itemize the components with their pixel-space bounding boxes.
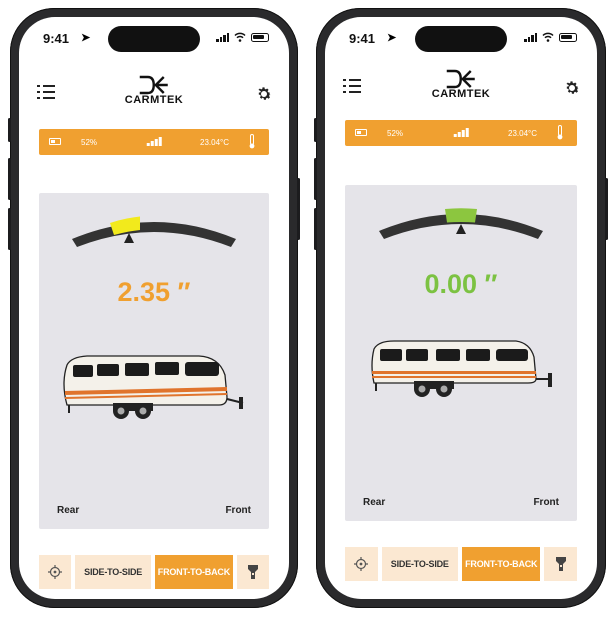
carmtek-logo-mark: [447, 69, 475, 89]
front-to-back-button[interactable]: FRONT-TO-BACK: [462, 547, 541, 581]
front-to-back-button[interactable]: FRONT-TO-BACK: [155, 555, 233, 589]
temperature-value: 23.04°C: [508, 129, 537, 138]
dynamic-island: [108, 26, 200, 52]
flashlight-icon[interactable]: [544, 547, 577, 581]
volume-down-button: [314, 208, 317, 250]
wifi-icon: [542, 32, 554, 42]
temperature-value: 23.04°C: [200, 138, 229, 147]
power-button: [297, 178, 300, 240]
trailer-image: [371, 340, 552, 397]
target-icon[interactable]: [345, 547, 378, 581]
signal-icon: [453, 127, 469, 137]
screen: 9:41 ➤ CARMTEK: [325, 17, 597, 599]
app-header: CARMTEK: [325, 69, 597, 113]
logo-text: CARMTEK: [431, 88, 491, 100]
dynamic-island: [415, 26, 507, 52]
level-reading: 2.35 ″: [117, 277, 191, 307]
rear-label: Rear: [363, 497, 386, 508]
battery-status-icon: [251, 32, 269, 42]
location-arrow-icon: ➤: [81, 32, 91, 44]
carmtek-logo: CARMTEK: [125, 75, 184, 106]
device-info-bar: 52% 23.04°C: [345, 120, 577, 146]
device-info-bar: 52% 23.04°C: [39, 129, 269, 155]
thermometer-icon: [557, 125, 563, 140]
volume-down-button: [8, 208, 11, 250]
status-bar: 9:41 ➤: [325, 17, 597, 57]
volume-up-button: [314, 158, 317, 200]
app-header: CARMTEK: [19, 75, 289, 119]
wifi-icon: [234, 32, 246, 42]
battery-percent: 52%: [387, 129, 404, 138]
battery-icon: [355, 129, 367, 136]
gauge-pointer: [124, 233, 134, 243]
flashlight-icon[interactable]: [236, 555, 269, 589]
battery-icon: [49, 138, 61, 145]
gauge-marker: [445, 208, 477, 223]
battery-percent: 52%: [81, 138, 98, 147]
mute-switch: [314, 118, 317, 142]
battery-status-icon: [559, 32, 577, 42]
phone-left: 9:41 ➤ CARMTEK 52% 23.04°C 2.35 ″ Rear F…: [8, 8, 300, 608]
target-icon[interactable]: [39, 555, 72, 589]
front-label: Front: [225, 505, 251, 516]
volume-up-button: [8, 158, 11, 200]
level-gauge: [379, 208, 543, 239]
status-bar: 9:41 ➤: [19, 17, 289, 57]
carmtek-logo: CARMTEK: [432, 69, 491, 100]
status-time: 9:41: [349, 31, 376, 46]
level-panel: 0.00 ″ Rear Front: [345, 185, 577, 521]
logo-text: CARMTEK: [124, 94, 184, 106]
bottom-nav: SIDE-TO-SIDE FRONT-TO-BACK: [345, 547, 577, 581]
thermometer-icon: [249, 134, 255, 149]
level-gauge: [72, 216, 236, 247]
side-to-side-button[interactable]: SIDE-TO-SIDE: [75, 555, 152, 589]
power-button: [605, 178, 608, 240]
cellular-signal-icon: [524, 32, 537, 42]
level-reading: 0.00 ″: [424, 269, 498, 299]
gauge-pointer: [456, 224, 466, 234]
status-time: 9:41: [43, 31, 70, 46]
location-arrow-icon: ➤: [387, 32, 397, 44]
cellular-signal-icon: [216, 32, 229, 42]
mute-switch: [8, 118, 11, 142]
screen: 9:41 ➤ CARMTEK: [19, 17, 289, 599]
signal-icon: [146, 136, 162, 146]
gear-icon[interactable]: [563, 79, 581, 97]
hamburger-list-icon[interactable]: [343, 79, 361, 93]
gear-icon[interactable]: [255, 85, 273, 103]
carmtek-logo-mark: [140, 75, 168, 95]
rear-label: Rear: [57, 505, 80, 516]
level-panel: 2.35 ″ Rear Front: [39, 193, 269, 529]
side-to-side-button[interactable]: SIDE-TO-SIDE: [381, 547, 459, 581]
front-label: Front: [533, 497, 559, 508]
bottom-nav: SIDE-TO-SIDE FRONT-TO-BACK: [39, 555, 269, 589]
phone-right: 9:41 ➤ CARMTEK 52% 23.04°C 0.00 ″ Rear F…: [314, 8, 608, 608]
hamburger-list-icon[interactable]: [37, 85, 55, 99]
trailer-image: [63, 355, 244, 419]
